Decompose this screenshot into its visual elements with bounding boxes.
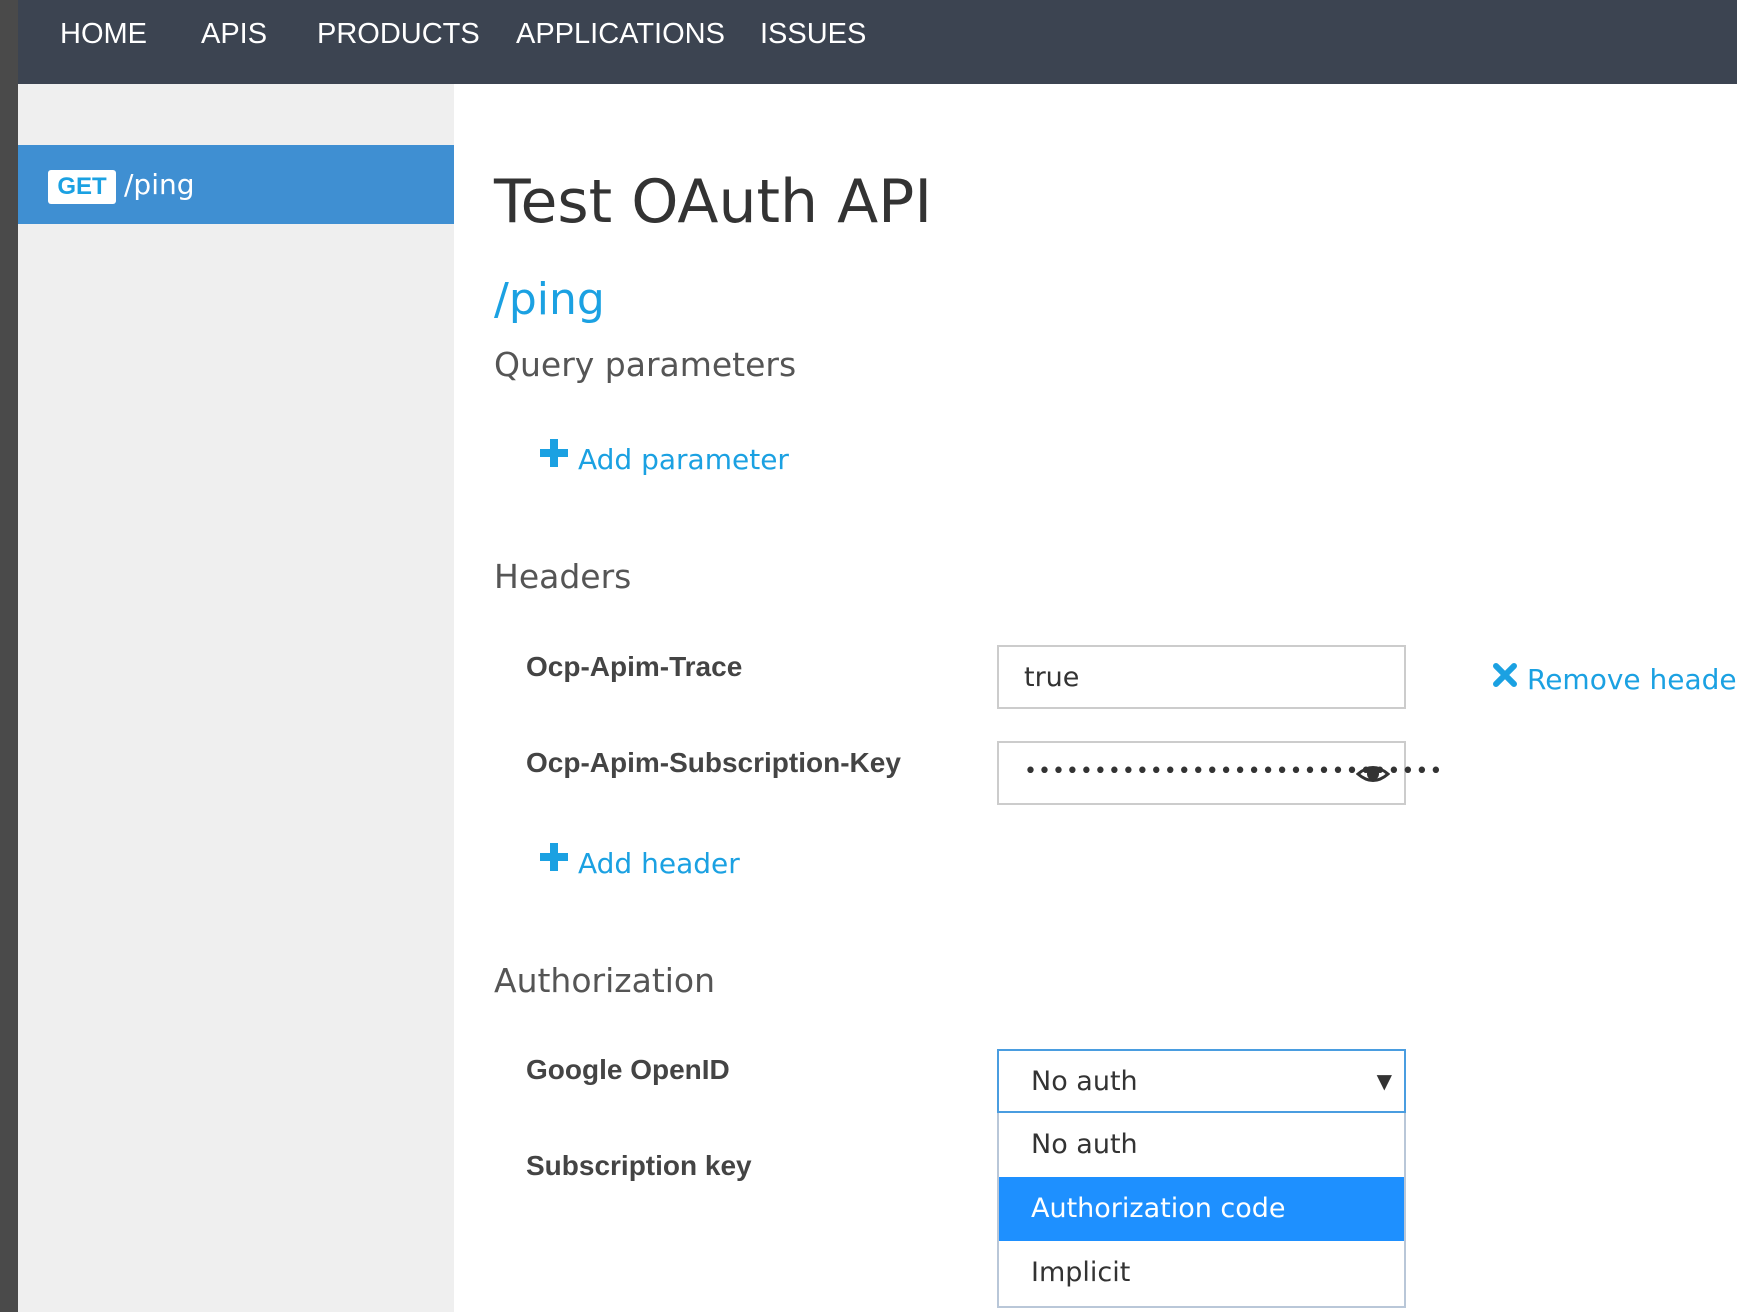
page-title: Test OAuth API <box>494 167 933 237</box>
add-parameter-button[interactable]: Add parameter <box>540 438 789 481</box>
header-value-trace-text: true <box>1024 662 1080 693</box>
auth-label-subscription-key: Subscription key <box>526 1150 752 1181</box>
dropdown-option-implicit[interactable]: Implicit <box>999 1241 1404 1305</box>
dropdown-option-no-auth[interactable]: No auth <box>999 1113 1404 1177</box>
subscription-key-input[interactable]: •••••••••••••••••••••••••••••• <box>997 741 1442 805</box>
plus-icon <box>540 842 568 882</box>
header-name-subscription-key: Ocp-Apim-Subscription-Key <box>526 747 901 778</box>
remove-header-button[interactable]: Remove header <box>1493 660 1737 701</box>
headers-heading: Headers <box>494 557 632 596</box>
query-parameters-heading: Query parameters <box>494 345 797 384</box>
eye-icon[interactable] <box>1355 757 1391 791</box>
plus-icon <box>540 438 568 478</box>
add-header-button[interactable]: Add header <box>540 842 740 885</box>
close-icon <box>1493 658 1517 698</box>
dropdown-arrow-icon: ▼ <box>1376 1069 1392 1093</box>
header-value-trace-input[interactable]: true <box>997 645 1406 709</box>
operation-title: /ping <box>494 274 605 325</box>
remove-header-label: Remove header <box>1527 663 1737 696</box>
google-openid-auth-select[interactable]: No auth ▼ <box>997 1049 1406 1113</box>
auth-select-value: No auth <box>1031 1066 1138 1097</box>
header-name-trace: Ocp-Apim-Trace <box>526 651 743 682</box>
dropdown-option-authorization-code[interactable]: Authorization code <box>999 1177 1404 1241</box>
auth-label-google-openid: Google OpenID <box>526 1054 730 1085</box>
authorization-heading: Authorization <box>494 961 716 1000</box>
auth-dropdown-list: No auth Authorization code Implicit <box>997 1113 1406 1308</box>
main-content: Test OAuth API /ping Query parameters Ad… <box>0 0 1737 1312</box>
add-header-label: Add header <box>578 847 740 880</box>
page: HOME APIS PRODUCTS APPLICATIONS ISSUES G… <box>0 0 1737 1312</box>
add-parameter-label: Add parameter <box>578 443 789 476</box>
